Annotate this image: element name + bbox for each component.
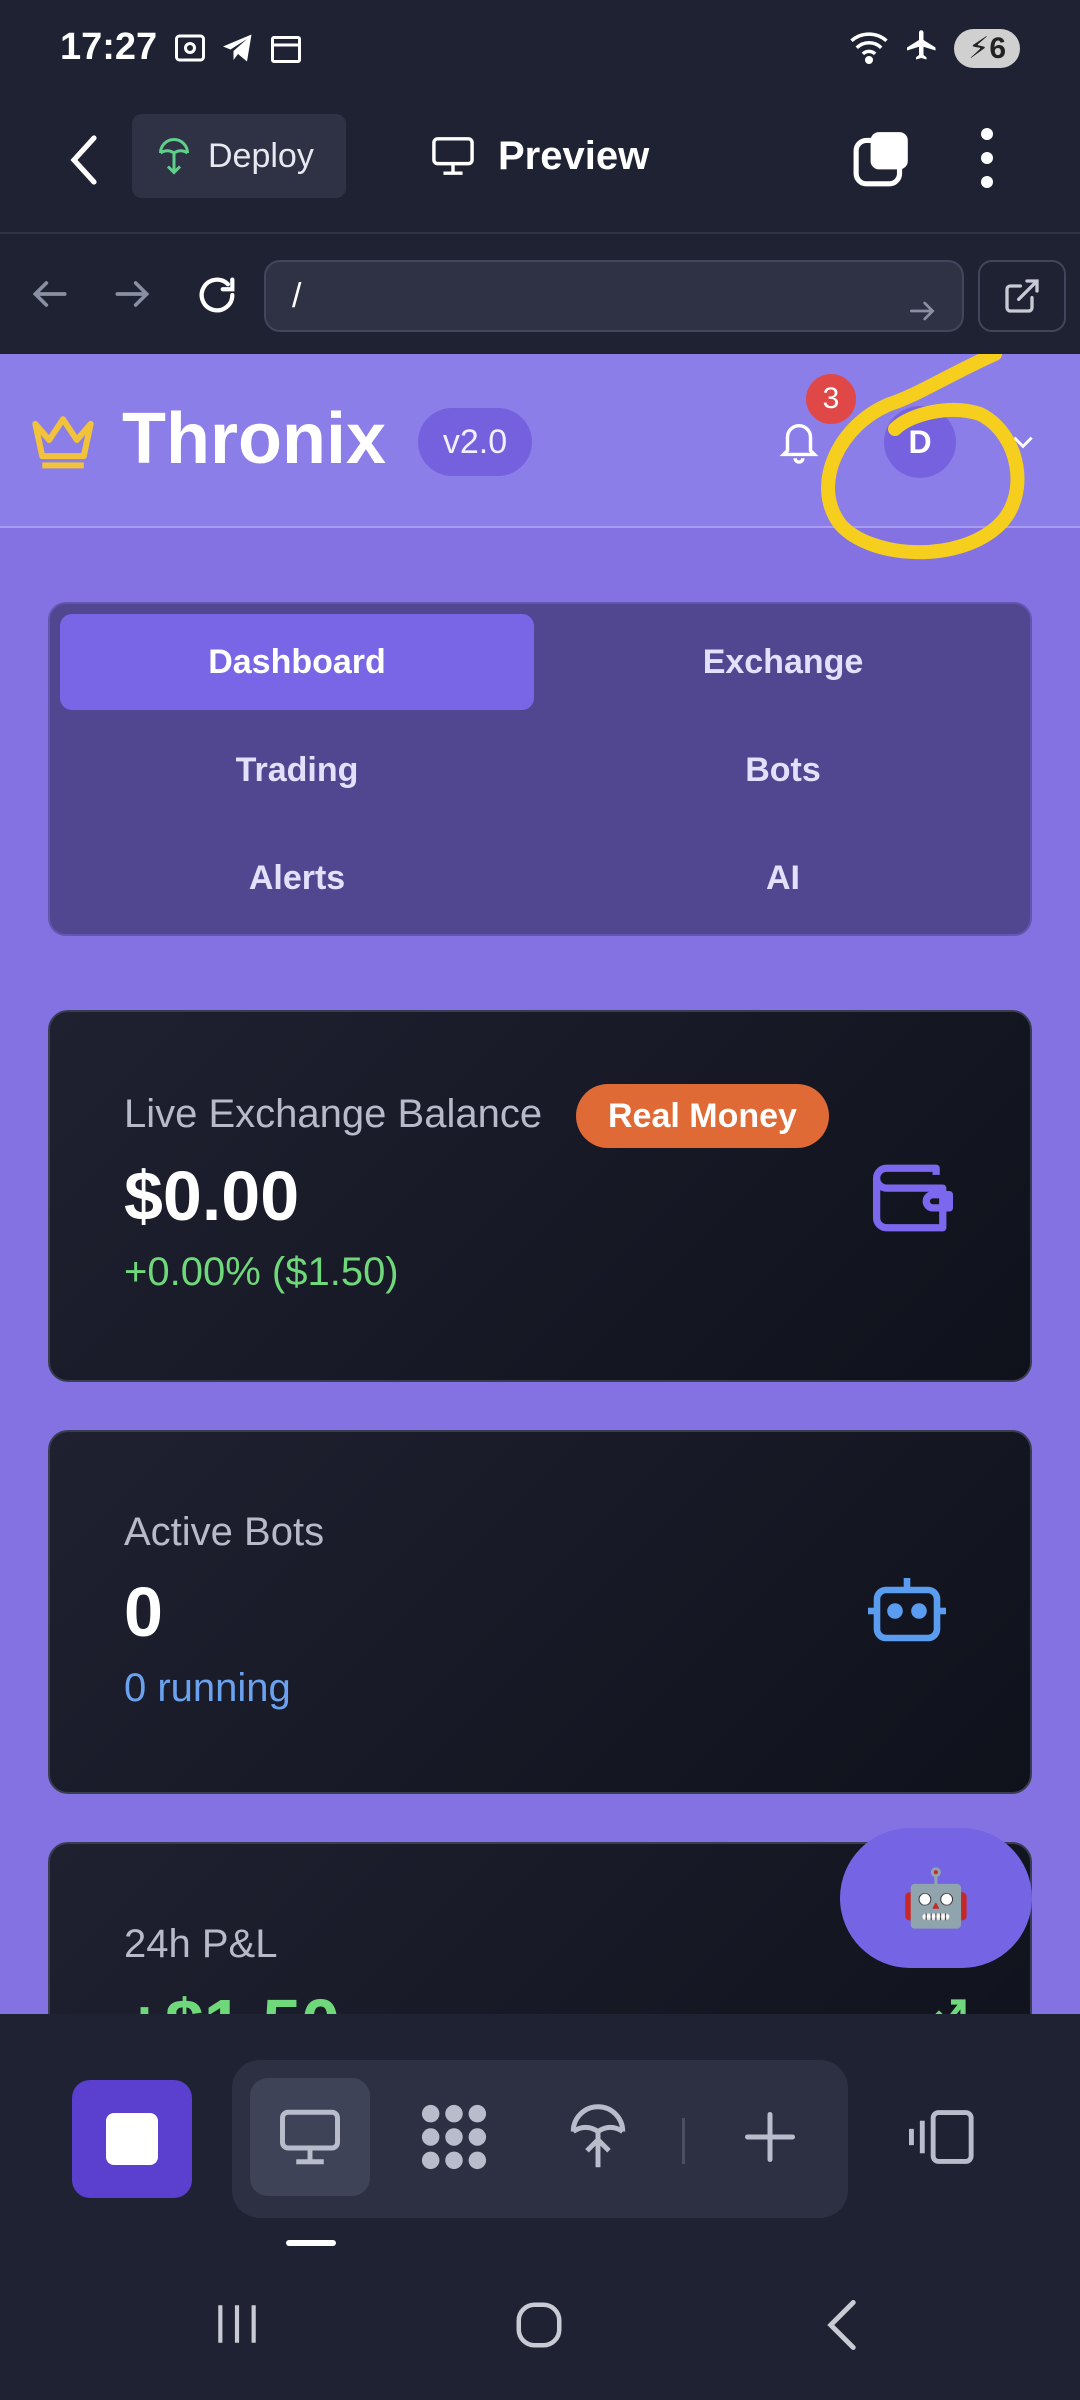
deploy-icon bbox=[159, 138, 189, 175]
wallet-icon bbox=[870, 1158, 956, 1243]
pnl-label: 24h P&L bbox=[124, 1922, 278, 1966]
monitor-icon bbox=[432, 137, 474, 175]
home-button[interactable] bbox=[512, 2298, 566, 2357]
balance-value: $0.00 bbox=[124, 1157, 300, 1235]
robot-icon bbox=[862, 1572, 952, 1655]
url-value: / bbox=[292, 277, 302, 315]
active-bots-value: 0 bbox=[124, 1573, 163, 1651]
tab-bots[interactable]: Bots bbox=[546, 722, 1020, 818]
crown-icon bbox=[28, 410, 98, 475]
nav-back-button[interactable] bbox=[28, 272, 72, 316]
ai-assistant-button[interactable]: 🤖 bbox=[840, 1828, 1032, 1968]
battery-indicator: ⚡6 bbox=[954, 29, 1020, 68]
open-external-button[interactable] bbox=[978, 260, 1066, 332]
bottom-toolbar bbox=[0, 2014, 1080, 2246]
preview-tool-button[interactable] bbox=[250, 2078, 370, 2196]
nodes-icon bbox=[421, 2104, 487, 2170]
airplane-icon bbox=[904, 28, 940, 69]
recent-apps-button[interactable] bbox=[212, 2298, 262, 2355]
browser-toolbar: Deploy Preview bbox=[0, 100, 1080, 234]
status-time: 17:27 bbox=[60, 26, 158, 68]
pnl-value: +$1.50 bbox=[124, 1984, 340, 2014]
app-brand: Thronix bbox=[122, 399, 386, 479]
add-tool-button[interactable] bbox=[710, 2078, 830, 2196]
status-notification-icons bbox=[172, 30, 304, 71]
system-back-button[interactable] bbox=[822, 2298, 862, 2357]
status-bar: 17:27 ⚡6 bbox=[0, 0, 1080, 100]
calendar-icon bbox=[268, 30, 304, 71]
deploy-label: Deploy bbox=[208, 136, 314, 175]
stop-icon bbox=[106, 2113, 158, 2165]
tabs-button[interactable] bbox=[852, 128, 914, 190]
balance-card[interactable]: Live Exchange Balance Real Money $0.00 +… bbox=[48, 1010, 1032, 1382]
more-vertical-icon bbox=[981, 128, 993, 188]
plus-icon bbox=[745, 2112, 795, 2162]
deploy-button[interactable]: Deploy bbox=[132, 114, 346, 198]
url-input[interactable]: / bbox=[264, 260, 964, 332]
battery-level: 6 bbox=[989, 32, 1006, 65]
robot-face-icon: 🤖 bbox=[901, 1866, 971, 1929]
deploy-tool-button[interactable] bbox=[538, 2078, 658, 2196]
more-menu-button[interactable] bbox=[972, 126, 1002, 190]
app-preview: Thronix v2.0 3 D Dashboard Exchange Trad… bbox=[0, 354, 1080, 2014]
external-link-icon bbox=[1005, 279, 1039, 313]
chevron-left-icon bbox=[70, 135, 97, 185]
version-badge: v2.0 bbox=[418, 408, 532, 476]
url-go-icon[interactable] bbox=[906, 282, 938, 350]
balance-change: +0.00% ($1.50) bbox=[124, 1250, 399, 1294]
telegram-icon bbox=[220, 30, 256, 71]
preview-label: Preview bbox=[498, 133, 650, 178]
arrow-right-icon bbox=[115, 281, 150, 307]
side-panel-button[interactable] bbox=[906, 2106, 982, 2173]
wifi-icon bbox=[848, 28, 890, 69]
monitor-icon bbox=[280, 2109, 340, 2165]
dashboard-tab-panel: Dashboard Exchange Trading Bots Alerts A… bbox=[48, 602, 1032, 936]
tab-dashboard[interactable]: Dashboard bbox=[60, 614, 534, 710]
back-button[interactable] bbox=[62, 130, 110, 190]
real-money-badge: Real Money bbox=[576, 1084, 829, 1148]
tabs-icon bbox=[853, 132, 908, 187]
url-bar: / bbox=[0, 236, 1080, 354]
app-header: Thronix v2.0 3 D bbox=[0, 354, 1080, 560]
annotation-scribble bbox=[800, 354, 1060, 579]
arrow-left-icon bbox=[32, 281, 67, 307]
reload-button[interactable] bbox=[194, 272, 238, 316]
stop-button[interactable] bbox=[72, 2080, 192, 2198]
screenshot-icon bbox=[172, 30, 208, 71]
system-navigation bbox=[0, 2246, 1080, 2400]
side-panel-icon bbox=[908, 2110, 974, 2164]
tab-ai[interactable]: AI bbox=[546, 830, 1020, 926]
active-bots-card[interactable]: Active Bots 0 0 running bbox=[48, 1430, 1032, 1794]
tool-group bbox=[232, 2060, 848, 2218]
reload-icon bbox=[199, 277, 235, 313]
workspace-tool-button[interactable] bbox=[394, 2078, 514, 2196]
deploy-icon bbox=[570, 2104, 626, 2168]
active-bots-label: Active Bots bbox=[124, 1510, 325, 1554]
tab-exchange[interactable]: Exchange bbox=[546, 614, 1020, 710]
tab-trading[interactable]: Trading bbox=[60, 722, 534, 818]
nav-forward-button[interactable] bbox=[110, 272, 154, 316]
trend-up-icon bbox=[918, 1994, 968, 2014]
tab-alerts[interactable]: Alerts bbox=[60, 830, 534, 926]
status-system-icons: ⚡6 bbox=[848, 28, 1020, 69]
bots-running: 0 running bbox=[124, 1666, 291, 1710]
balance-label: Live Exchange Balance bbox=[124, 1092, 543, 1136]
tool-divider bbox=[682, 2118, 685, 2164]
preview-button[interactable]: Preview bbox=[430, 114, 649, 198]
